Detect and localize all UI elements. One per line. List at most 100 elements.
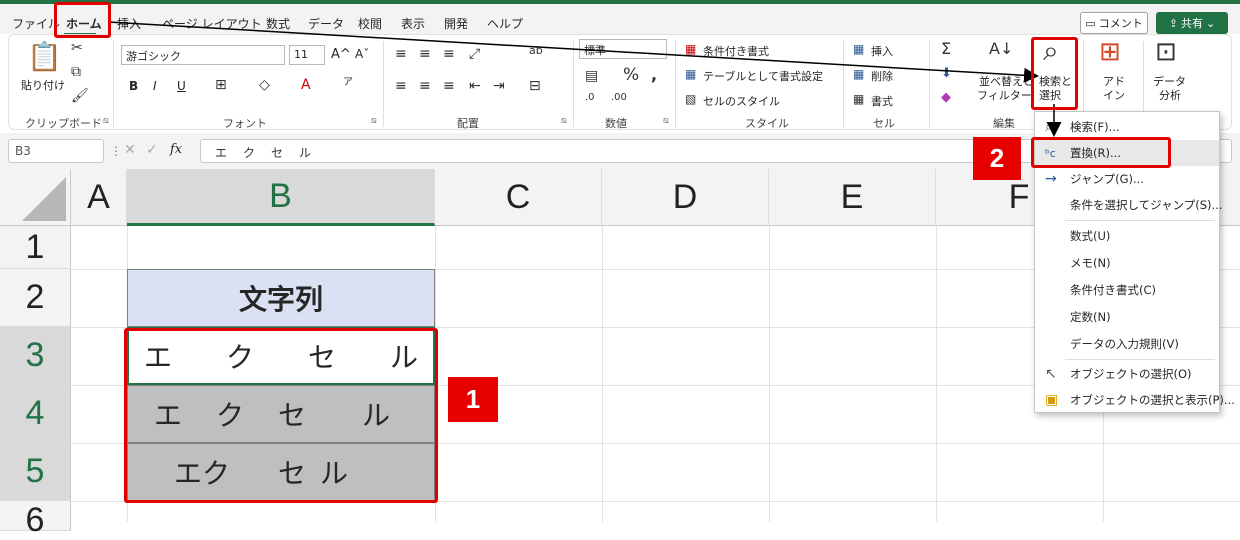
align-left-icon[interactable]: ≡ [395,79,407,93]
menu-item-conditional-formatting[interactable]: 条件付き書式(C) [1035,277,1219,303]
menu-insert[interactable]: 挿入 [117,15,141,32]
merge-center-icon[interactable]: ⊟ [529,79,541,93]
paste-label[interactable]: 貼り付け [21,77,65,93]
name-box-value: B3 [15,144,31,158]
conditional-format-icon[interactable]: ▦ [685,43,696,55]
row-header-2[interactable]: 2 [0,269,71,327]
add-ins-icon[interactable]: ⊞ [1099,39,1121,65]
pointer-icon: ↖ [1045,366,1057,382]
autosum-icon[interactable]: Σ [941,41,951,57]
row-header-1[interactable]: 1 [0,226,71,269]
format-table-button[interactable]: テーブルとして書式設定 [703,68,823,84]
cut-icon[interactable]: ✂ [71,41,83,55]
percent-icon[interactable]: % [623,67,639,84]
fill-icon[interactable]: ⬇ [941,67,952,80]
menu-item-constants[interactable]: 定数(N) [1035,304,1219,330]
format-cells-button[interactable]: 書式 [871,93,893,109]
orientation-icon[interactable]: ⤢ [469,47,480,61]
sort-filter-icon[interactable]: A↓ [989,41,1013,57]
font-launcher-icon[interactable]: ⧅ [371,116,377,126]
menu-item-notes[interactable]: メモ(N) [1035,250,1219,276]
share-button[interactable]: ⇪ 共有 ⌄ [1156,12,1228,34]
copy-icon[interactable]: ⧉ [71,65,81,79]
comment-button[interactable]: ▭ コメント [1080,12,1148,34]
increase-decimal-icon[interactable]: .0 [585,93,595,103]
column-header-a[interactable]: A [71,169,127,226]
highlight-home-tab [54,2,111,38]
menu-review[interactable]: 校閲 [358,15,382,32]
data-analysis-icon[interactable]: ⊡ [1155,39,1177,65]
menu-developer[interactable]: 開発 [444,15,468,32]
number-launcher-icon[interactable]: ⧅ [663,116,669,126]
font-size-select[interactable]: 11 [289,45,325,65]
increase-font-icon[interactable]: A^ [331,47,351,62]
borders-icon[interactable]: ⊞ [215,78,227,92]
insert-cells-button[interactable]: 挿入 [871,43,893,59]
row-header-5[interactable]: 5 [0,443,71,501]
column-header-c[interactable]: C [435,169,602,226]
insert-function-icon[interactable]: fx [170,142,182,157]
enter-icon[interactable]: ✓ [146,142,158,158]
menu-item-goto[interactable]: → ジャンプ(G)... [1035,166,1219,192]
select-all-corner[interactable] [0,169,71,226]
insert-cells-icon[interactable]: ▦ [853,43,864,55]
name-box[interactable]: B3 [8,139,104,163]
number-format-select[interactable]: 標準 [579,39,667,59]
align-right-icon[interactable]: ≡ [443,79,455,93]
align-top-icon[interactable]: ≡ [395,47,407,61]
menu-data[interactable]: データ [308,15,344,32]
fill-color-icon[interactable]: ◇ [259,78,270,92]
currency-icon[interactable]: ▤ [585,69,598,83]
conditional-format-button[interactable]: 条件付き書式 [703,43,769,59]
cell-styles-icon[interactable]: ▧ [685,93,696,105]
clipboard-launcher-icon[interactable]: ⧅ [103,116,109,126]
sort-filter-label-2[interactable]: フィルター [977,87,1032,103]
alignment-launcher-icon[interactable]: ⧅ [561,116,567,126]
menu-page-layout[interactable]: ページ レイアウト [162,15,262,32]
cancel-icon[interactable]: ✕ [124,142,136,158]
delete-cells-icon[interactable]: ▦ [853,68,864,80]
delete-cells-button[interactable]: 削除 [871,68,893,84]
decrease-indent-icon[interactable]: ⇤ [469,79,481,93]
menu-item-select-objects[interactable]: ↖ オブジェクトの選択(O) [1035,361,1219,387]
comma-icon[interactable]: , [651,67,657,83]
align-bottom-icon[interactable]: ≡ [443,47,455,61]
menu-view[interactable]: 表示 [401,15,425,32]
underline-button[interactable]: U [177,79,186,93]
menu-item-formulas[interactable]: 数式(U) [1035,223,1219,249]
bold-button[interactable]: B [129,79,138,93]
paste-icon[interactable]: 📋 [27,43,62,71]
decrease-decimal-icon[interactable]: .00 [611,93,627,103]
row-header-6[interactable]: 6 [0,501,71,539]
data-analysis-label-2[interactable]: 分析 [1159,87,1181,103]
font-name-select[interactable]: 游ゴシック [121,45,285,65]
group-divider [675,41,676,127]
align-center-icon[interactable]: ≡ [419,79,431,93]
format-table-icon[interactable]: ▦ [685,68,696,80]
phonetic-icon[interactable]: ア [343,78,353,88]
cell-styles-button[interactable]: セルのスタイル [703,93,780,109]
more-options-icon[interactable]: ⋮ [110,144,122,158]
wrap-text-icon[interactable]: ab [529,45,543,56]
align-middle-icon[interactable]: ≡ [419,47,431,61]
row-header-3[interactable]: 3 [0,327,71,385]
font-color-icon[interactable]: A [301,78,311,92]
italic-button[interactable]: I [153,79,157,93]
cell-b2[interactable]: 文字列 [127,269,435,327]
clear-icon[interactable]: ◆ [941,91,951,104]
column-header-b[interactable]: B [127,169,435,226]
menu-formulas[interactable]: 数式 [266,15,290,32]
increase-indent-icon[interactable]: ⇥ [493,79,505,93]
format-cells-icon[interactable]: ▦ [853,93,864,105]
format-painter-icon[interactable]: 🖌 [71,89,89,103]
row-header-4[interactable]: 4 [0,385,71,443]
menu-item-goto-special[interactable]: 条件を選択してジャンプ(S)... [1035,192,1222,218]
add-ins-label-2[interactable]: イン [1103,87,1125,103]
menu-help[interactable]: ヘルプ [487,15,523,32]
decrease-font-icon[interactable]: Aˇ [355,47,369,61]
column-header-d[interactable]: D [602,169,769,226]
menu-item-data-validation[interactable]: データの入力規則(V) [1035,331,1219,357]
menu-item-selection-pane[interactable]: ▣ オブジェクトの選択と表示(P)... [1035,387,1235,413]
column-header-e[interactable]: E [769,169,936,226]
menu-file[interactable]: ファイル [12,15,60,32]
